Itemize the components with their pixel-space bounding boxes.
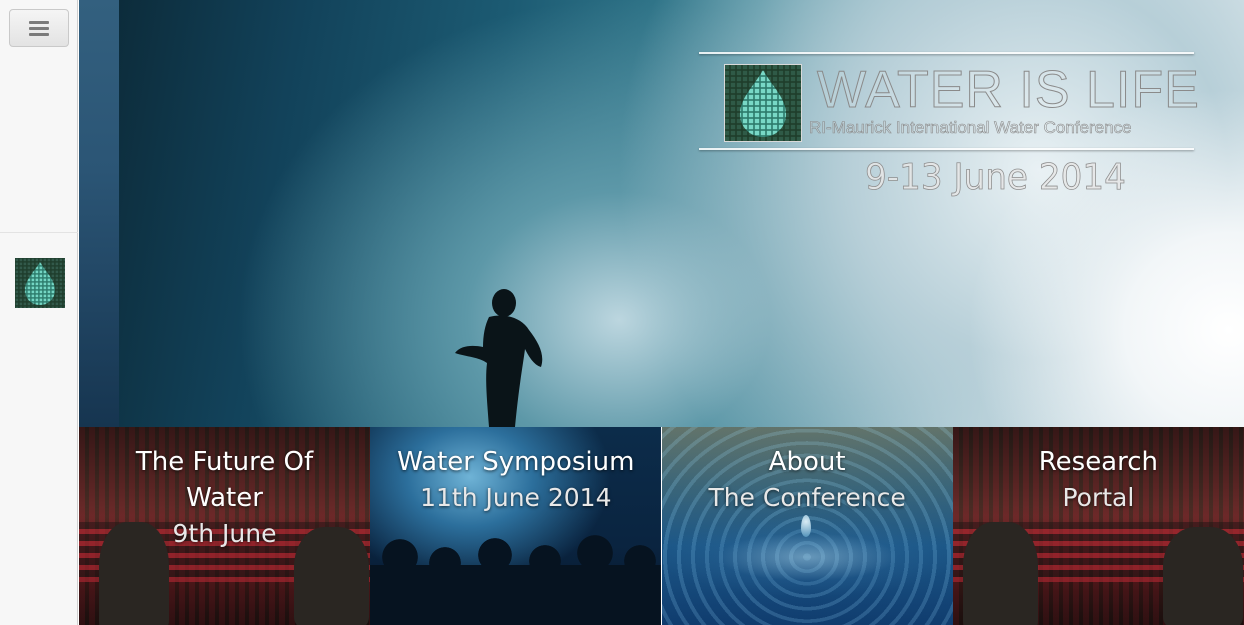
tile-water-symposium[interactable]: Water Symposium 11th June 2014	[370, 427, 662, 625]
surfer-silhouette	[455, 289, 543, 427]
tile-research[interactable]: Research Portal	[952, 427, 1244, 625]
tile-subtitle: 11th June 2014	[420, 483, 612, 512]
tile-subtitle: 9th June	[172, 519, 277, 548]
conference-dates: 9-13 June 2014	[865, 157, 1127, 198]
logo-bottom-rule	[699, 148, 1194, 150]
tile-title: The Future Of Water	[135, 447, 314, 513]
tile-title: Water Symposium	[397, 447, 635, 477]
conference-logo: WATER IS LIFE RI-Maurick International W…	[699, 52, 1199, 152]
sidebar-divider	[0, 232, 78, 233]
tile-subtitle: The Conference	[708, 483, 906, 512]
hero-edge-strip	[79, 0, 119, 427]
tile-subtitle: Portal	[1062, 483, 1135, 512]
water-drop-logo-icon[interactable]	[15, 258, 65, 308]
tile-future-of-water[interactable]: The Future Of Water 9th June	[79, 427, 370, 625]
water-drop	[800, 515, 811, 537]
tile-about[interactable]: About The Conference	[661, 427, 953, 625]
logo-title: WATER IS LIFE	[817, 61, 1200, 119]
feature-tiles: The Future Of Water 9th June Water Sympo…	[79, 427, 1244, 625]
water-drop-grid-icon	[724, 64, 802, 142]
left-sidebar	[0, 0, 78, 625]
tile-title: About	[768, 447, 846, 477]
tile-title: Research	[1038, 447, 1159, 477]
menu-toggle-button[interactable]	[9, 9, 69, 47]
hero-banner: WATER IS LIFE RI-Maurick International W…	[79, 0, 1244, 427]
logo-subtitle: RI-Maurick International Water Conferenc…	[809, 118, 1132, 137]
logo-top-rule	[699, 52, 1194, 54]
